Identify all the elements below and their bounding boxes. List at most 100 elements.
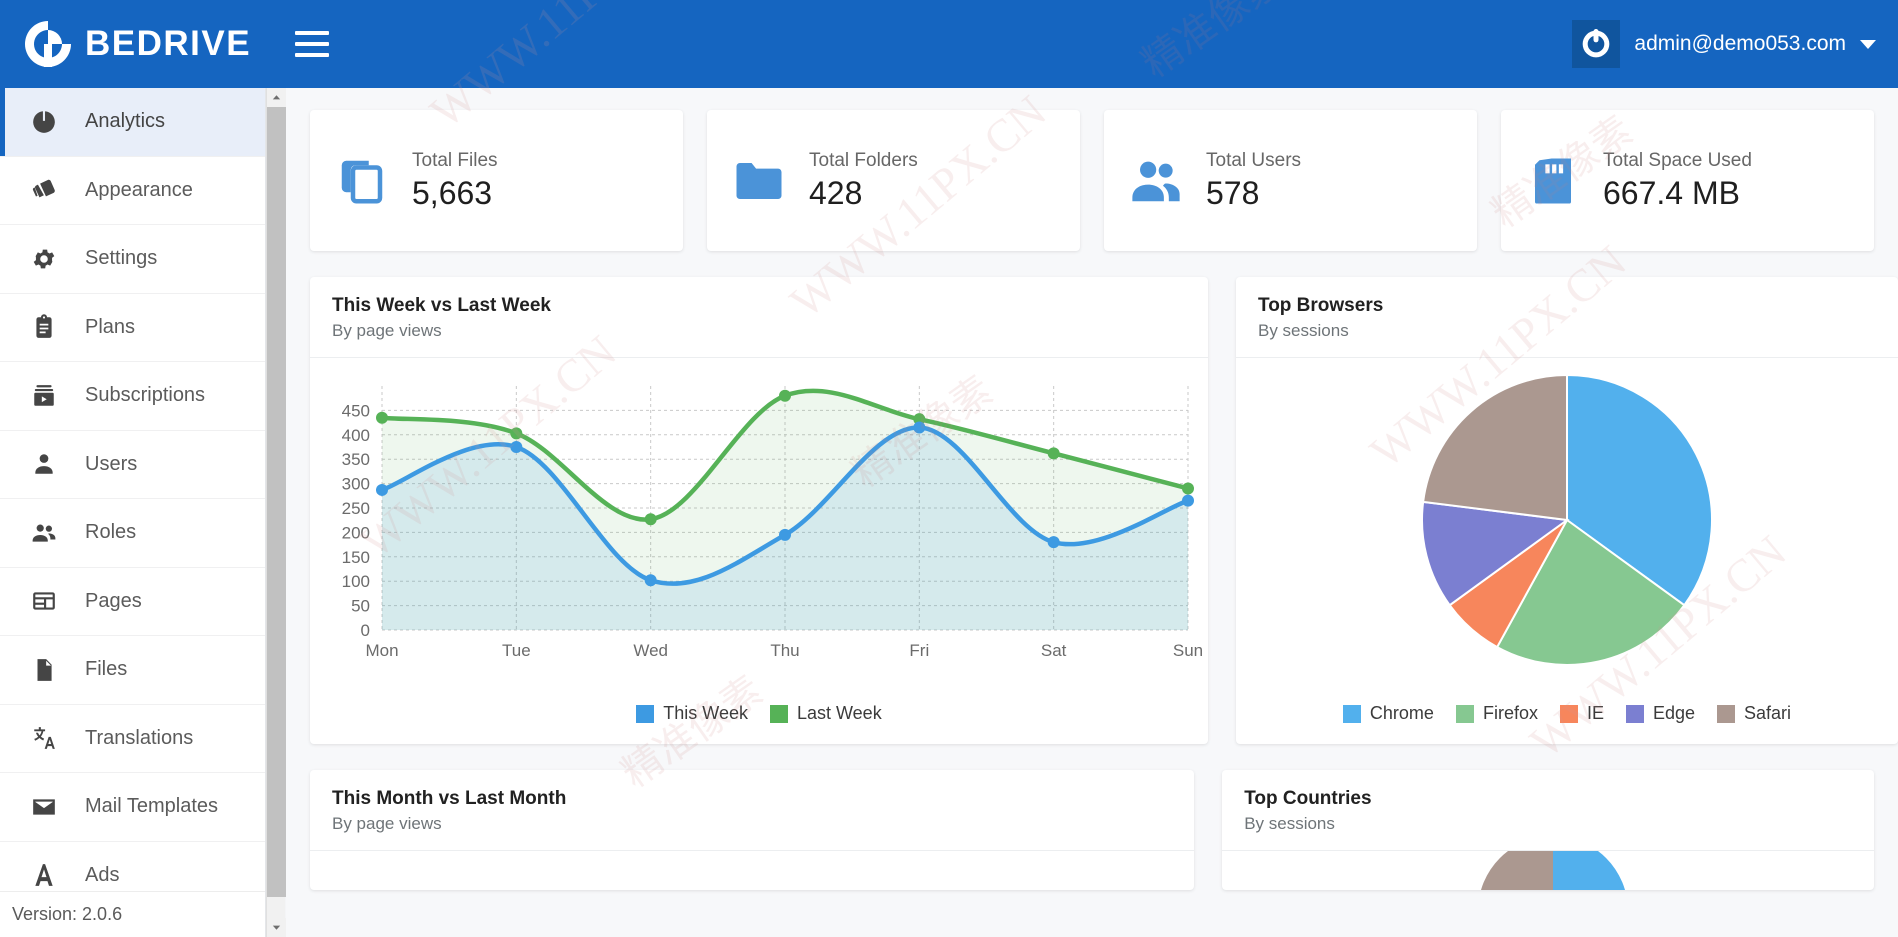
svg-text:Sun: Sun <box>1173 641 1203 660</box>
svg-text:150: 150 <box>342 548 370 567</box>
user-menu[interactable]: admin@demo053.com <box>1572 20 1876 68</box>
chevron-up-icon[interactable] <box>267 88 286 107</box>
top-header-bar: BEDRIVE admin@demo053.com <box>0 0 1898 88</box>
panel-subtitle: By page views <box>332 321 442 340</box>
svg-text:Sat: Sat <box>1041 641 1067 660</box>
panel-header: This Month vs Last Month By page views <box>310 770 1195 851</box>
legend-swatch <box>1559 704 1578 723</box>
panel-subtitle: By sessions <box>1258 321 1349 340</box>
pie-chart-body: Chrome Firefox IE Edge Safari <box>1236 358 1898 744</box>
panel-this-month-vs-last-month: This Month vs Last Month By page views <box>310 770 1195 890</box>
legend-item-last-week[interactable]: Last Week <box>769 703 882 724</box>
panel-title: Top Browsers <box>1258 295 1384 316</box>
sidebar-item-appearance[interactable]: Appearance <box>0 157 265 225</box>
stat-label: Total Space Used <box>1603 149 1752 171</box>
panel-top-countries: Top Countries By sessions <box>1222 770 1874 890</box>
stat-card-total-folders[interactable]: Total Folders 428 <box>707 110 1080 251</box>
line-chart-svg[interactable]: 0 50 100 150 200 250 300 350 400 450 Mon Tue Wed Thu F… <box>310 358 1208 688</box>
sidebar-item-pages[interactable]: Pages <box>0 568 265 636</box>
svg-text:Wed: Wed <box>633 641 668 660</box>
hamburger-menu-icon[interactable] <box>295 31 330 57</box>
legend-label: Firefox <box>1482 703 1538 723</box>
svg-text:300: 300 <box>342 475 370 494</box>
scrollbar-thumb[interactable] <box>267 107 286 897</box>
main-content-area: Total Files 5,663 Total Folders 428 Tota… <box>286 88 1898 937</box>
legend-swatch <box>1717 704 1736 723</box>
copy-files-icon <box>332 151 392 211</box>
legend-item-ie[interactable]: IE <box>1559 703 1604 724</box>
chevron-down-icon[interactable] <box>1860 39 1876 49</box>
legend-swatch <box>769 704 788 723</box>
stat-label: Total Folders <box>809 149 918 171</box>
svg-text:100: 100 <box>342 572 370 591</box>
power-user-avatar-icon[interactable] <box>1572 20 1621 68</box>
legend-item-this-week[interactable]: This Week <box>636 703 748 724</box>
sidebar-item-ads[interactable]: Ads <box>0 842 265 892</box>
svg-text:0: 0 <box>361 621 370 640</box>
panel-title: Top Countries <box>1244 788 1372 809</box>
svg-text:350: 350 <box>342 450 370 469</box>
sidebar-item-analytics[interactable]: Analytics <box>0 88 265 157</box>
svg-text:50: 50 <box>351 597 370 616</box>
svg-text:400: 400 <box>342 426 370 445</box>
legend-swatch <box>1455 704 1474 723</box>
panel-this-week-vs-last-week: This Week vs Last Week By page views 0 50… <box>310 277 1208 744</box>
sidebar-item-label: Appearance <box>85 178 193 201</box>
svg-text:250: 250 <box>342 499 370 518</box>
svg-text:450: 450 <box>342 401 370 420</box>
chevron-down-icon[interactable] <box>267 918 286 937</box>
people-icon <box>1126 151 1186 211</box>
legend-label: Safari <box>1744 703 1792 723</box>
sidebar-item-label: Mail Templates <box>85 795 219 818</box>
legend-swatch <box>1625 704 1644 723</box>
sidebar-item-label: Analytics <box>85 110 166 133</box>
svg-text:Fri: Fri <box>909 641 929 660</box>
file-icon <box>30 656 58 684</box>
sd-card-icon <box>1523 151 1583 211</box>
pie-slice[interactable] <box>1422 373 1568 522</box>
sidebar-item-settings[interactable]: Settings <box>0 225 265 294</box>
sidebar-item-subscriptions[interactable]: Subscriptions <box>0 362 265 431</box>
legend-item-safari[interactable]: Safari <box>1717 703 1791 724</box>
pie-chart-legend: Chrome Firefox IE Edge Safari <box>1236 693 1898 744</box>
sidebar-item-label: Plans <box>85 315 136 338</box>
sidebar-item-roles[interactable]: Roles <box>0 499 265 568</box>
stat-value: 578 <box>1206 174 1260 211</box>
sidebar-item-label: Translations <box>85 726 194 749</box>
svg-text:Mon: Mon <box>365 641 398 660</box>
panel-header: Top Countries By sessions <box>1222 770 1874 851</box>
legend-label: Edge <box>1652 703 1696 723</box>
sidebar-item-files[interactable]: Files <box>0 636 265 705</box>
sidebar-navigation: Analytics Appearance Settings Plans Subs… <box>0 88 266 937</box>
legend-item-chrome[interactable]: Chrome <box>1342 703 1434 724</box>
pie-chart-svg[interactable] <box>1236 358 1898 688</box>
mail-icon <box>30 793 58 821</box>
clipboard-icon <box>30 313 58 341</box>
legend-label: This Week <box>663 703 748 723</box>
legend-item-firefox[interactable]: Firefox <box>1455 703 1538 724</box>
sidebar-item-translations[interactable]: Translations <box>0 705 265 773</box>
sidebar-item-users[interactable]: Users <box>0 431 265 499</box>
legend-swatch <box>1342 704 1361 723</box>
stat-card-total-space-used[interactable]: Total Space Used 667.4 MB <box>1501 110 1874 251</box>
countries-pie-preview-svg[interactable] <box>1222 836 1874 890</box>
legend-item-edge[interactable]: Edge <box>1625 703 1696 724</box>
person-icon <box>30 450 58 478</box>
legend-label: IE <box>1586 703 1604 723</box>
pie-chart-icon <box>30 108 58 136</box>
panel-subtitle: By page views <box>332 814 442 833</box>
charts-row: This Week vs Last Week By page views 0 50… <box>310 277 1898 744</box>
svg-text:Thu: Thu <box>770 641 799 660</box>
brand-logo[interactable]: BEDRIVE <box>22 18 251 70</box>
sidebar-item-plans[interactable]: Plans <box>0 294 265 362</box>
stat-card-total-users[interactable]: Total Users 578 <box>1104 110 1477 251</box>
subscriptions-icon <box>30 382 58 410</box>
brand-name: BEDRIVE <box>85 24 252 63</box>
svg-text:Tue: Tue <box>502 641 531 660</box>
sidebar-scrollbar[interactable] <box>266 88 286 937</box>
sidebar-item-mail-templates[interactable]: Mail Templates <box>0 773 265 842</box>
stat-label: Total Files <box>412 149 498 171</box>
sidebar-item-label: Ads <box>85 863 120 886</box>
stat-card-total-files[interactable]: Total Files 5,663 <box>310 110 683 251</box>
folder-icon <box>729 151 789 211</box>
